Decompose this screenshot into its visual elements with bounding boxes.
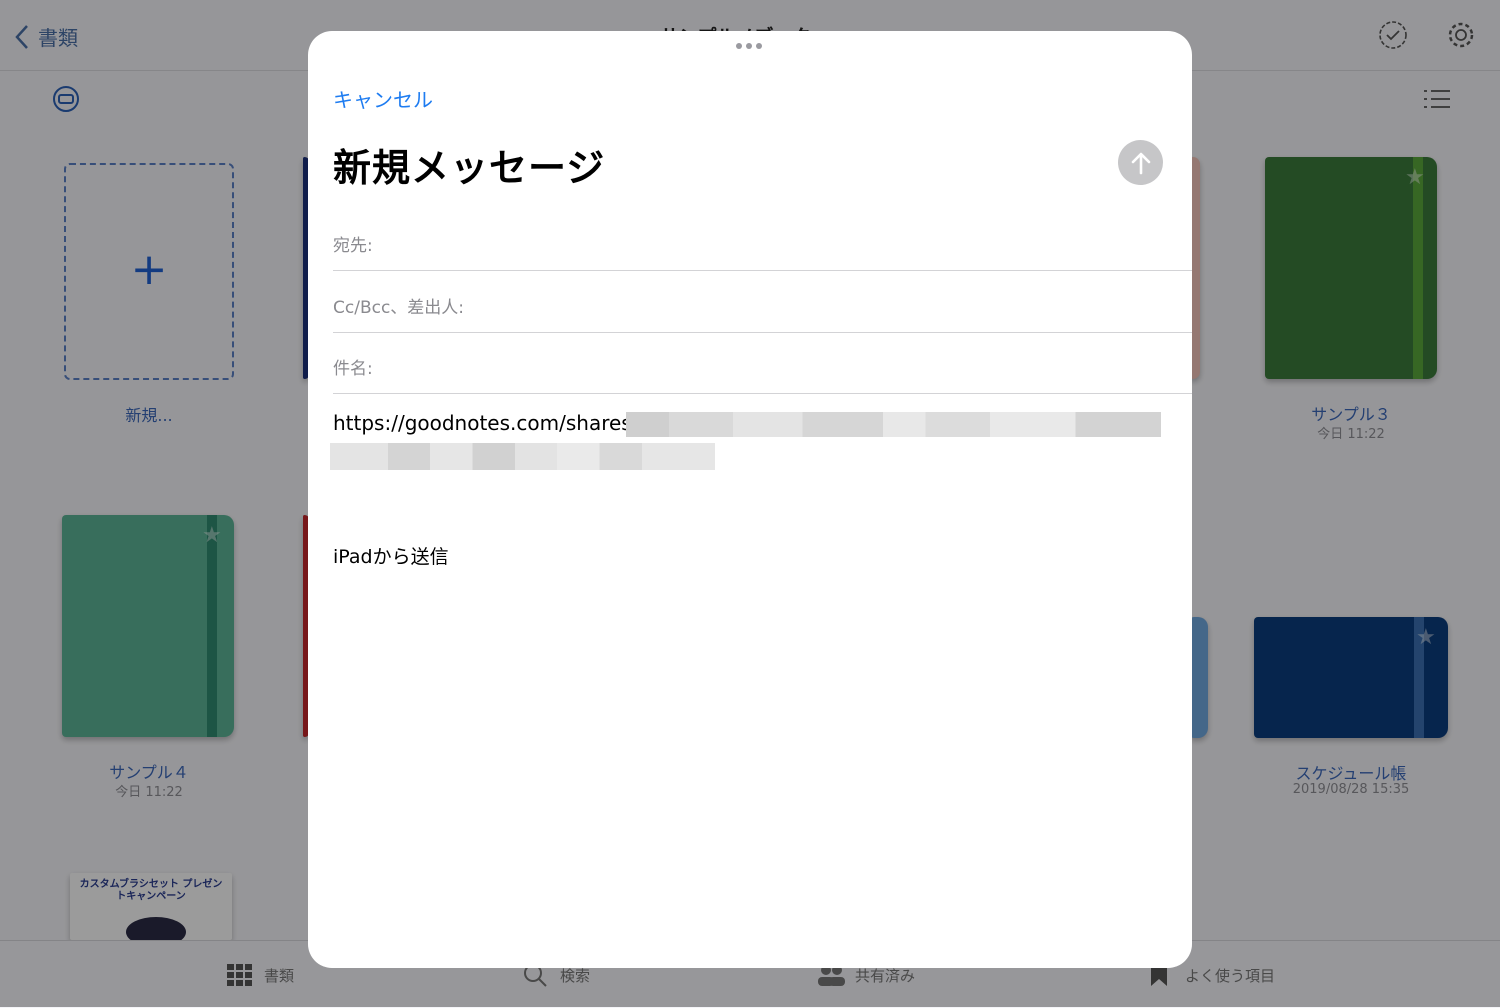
to-input[interactable] <box>453 225 1157 257</box>
sheet-title: 新規メッセージ <box>333 146 606 190</box>
redacted-url-part <box>626 412 1161 437</box>
new-message-sheet: キャンセル 新規メッセージ 宛先: Cc/Bcc、差出人: 件名: https:… <box>308 31 1192 968</box>
message-body-url[interactable]: https://goodnotes.com/shares/ <box>333 411 638 435</box>
subject-label: 件名: <box>333 359 373 379</box>
to-label: 宛先: <box>333 236 373 256</box>
cc-bcc-label: Cc/Bcc、差出人: <box>333 298 465 318</box>
sheet-grabber[interactable] <box>736 43 762 49</box>
cc-bcc-field[interactable]: Cc/Bcc、差出人: <box>333 271 1192 333</box>
redacted-url-part <box>330 443 715 470</box>
cancel-button[interactable]: キャンセル <box>333 84 433 113</box>
signature-text[interactable]: iPadから送信 <box>333 542 449 569</box>
to-field[interactable]: 宛先: <box>333 209 1192 271</box>
subject-field[interactable]: 件名: <box>333 332 1192 394</box>
send-button[interactable] <box>1118 140 1163 185</box>
cc-bcc-input[interactable] <box>483 287 1187 319</box>
subject-input[interactable] <box>453 348 1157 380</box>
arrow-up-icon <box>1131 152 1150 174</box>
